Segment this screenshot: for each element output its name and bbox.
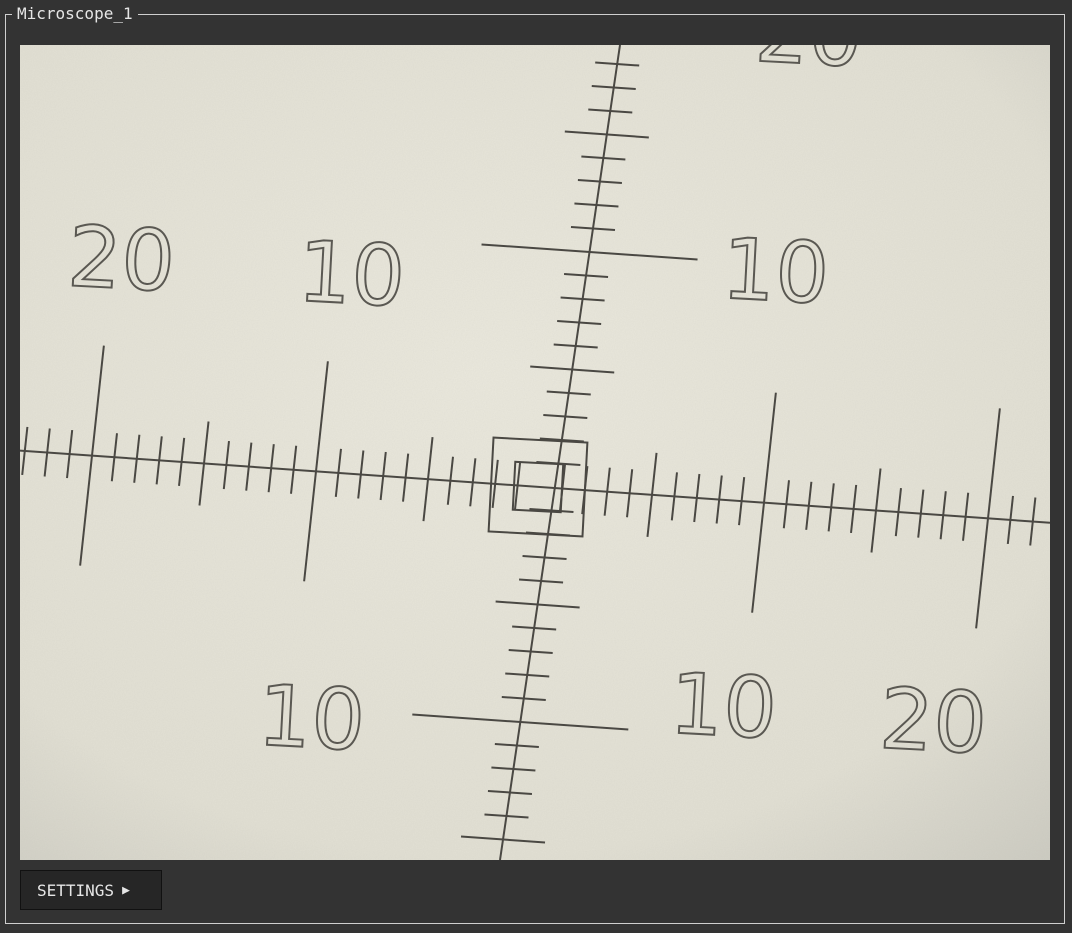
triangle-right-icon: ▶	[122, 882, 130, 898]
reticle-label-top-left-outer: 20	[66, 207, 178, 310]
reticle-label-bottom-right-inner: 10	[667, 654, 779, 757]
reticle-image: 20 10 10 20 10 10 20	[20, 45, 1050, 860]
settings-button[interactable]: SETTINGS ▶	[20, 870, 162, 910]
reticle-label-top-clipped: 20	[753, 45, 865, 86]
reticle-label-top-left-inner: 10	[296, 222, 408, 325]
reticle-label-top-right-inner: 10	[720, 220, 832, 323]
reticle-label-bottom-right-outer: 20	[877, 669, 989, 772]
microscope-camera-feed: 20 10 10 20 10 10 20	[20, 45, 1050, 860]
reticle-label-bottom-left-inner: 10	[256, 666, 368, 769]
panel-title: Microscope_1	[12, 4, 138, 24]
settings-label: SETTINGS	[37, 880, 115, 900]
